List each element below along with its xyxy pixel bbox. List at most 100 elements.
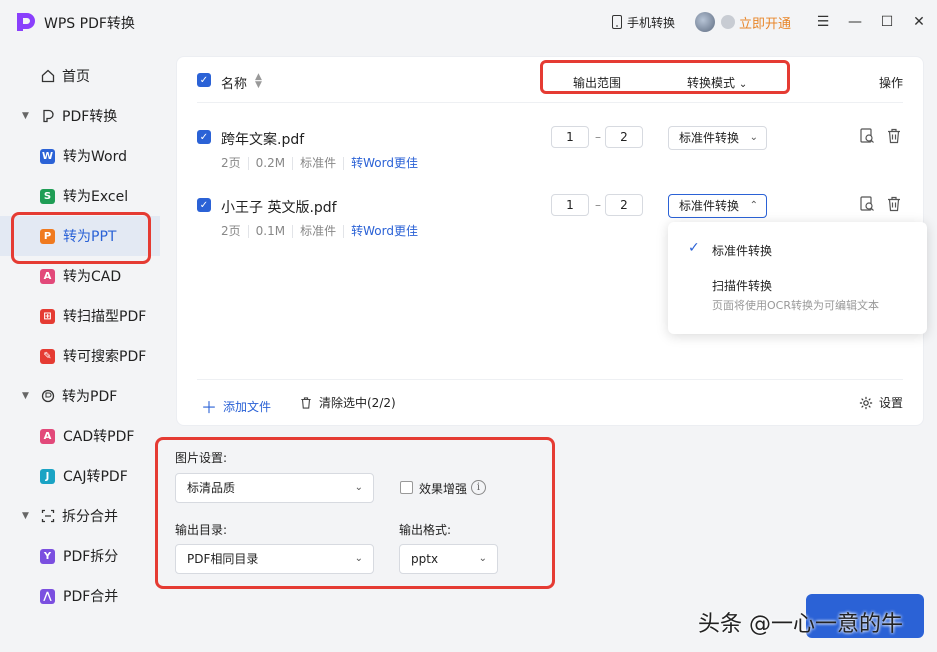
sidebar-item-label: 转可搜索PDF	[63, 349, 147, 365]
sidebar-item-label: 转为Excel	[63, 189, 129, 205]
sort-icon[interactable]: ▲ ▼	[255, 73, 262, 90]
sidebar-group-split-merge[interactable]: ▼ 拆分合并	[0, 496, 160, 536]
dropdown-option-scan[interactable]: 扫描件转换	[712, 277, 772, 294]
sidebar-item-caj-to-pdf[interactable]: J CAJ转PDF	[0, 456, 160, 496]
col-name-header: 名称	[221, 77, 248, 92]
file-pages: 2页	[221, 224, 241, 238]
app-title: WPS PDF转换	[44, 16, 135, 32]
add-file-label: 添加文件	[223, 399, 272, 414]
caret-down-icon: ▼	[22, 111, 29, 121]
sidebar-item-label: CAD转PDF	[63, 429, 135, 445]
highlight-box	[540, 60, 790, 94]
mode-select-value: 标准件转换	[679, 131, 740, 145]
clear-selected-label: 清除选中(2/2)	[319, 396, 396, 410]
range-dash: –	[595, 198, 601, 212]
file-size: 0.2M	[247, 157, 292, 170]
watermark: 头条 @一心一意的牛	[698, 612, 903, 637]
range-to-input[interactable]: 2	[605, 126, 643, 148]
pdf-merge-icon: ⋀	[40, 588, 55, 604]
chevron-down-icon: ⌄	[749, 132, 758, 143]
select-all-checkbox[interactable]: ✓	[197, 73, 211, 87]
pdf-convert-icon	[40, 108, 56, 124]
to-word-link[interactable]: 转Word更佳	[343, 157, 425, 170]
file-pages: 2页	[221, 156, 241, 170]
check-icon: ✓	[688, 240, 700, 256]
range-from-input[interactable]: 1	[551, 126, 589, 148]
sidebar-group-pdf-convert[interactable]: ▼ PDF转换	[0, 96, 160, 136]
settings-button[interactable]: 设置	[859, 394, 903, 411]
search-pdf-icon: ✎	[40, 348, 55, 364]
sidebar-group-to-pdf[interactable]: ▼ 转为PDF	[0, 376, 160, 416]
file-type: 标准件	[292, 225, 343, 238]
sidebar-item-label: 拆分合并	[62, 509, 118, 525]
caret-down-icon: ▼	[22, 511, 29, 521]
table-row: ✓ 跨年文案.pdf 2页 0.2M 标准件 转Word更佳 1 – 2 标准件…	[197, 126, 903, 185]
highlight-box	[11, 212, 151, 264]
sidebar-item-label: 转为Word	[63, 149, 127, 165]
home-icon	[40, 68, 56, 84]
range-dash: –	[595, 130, 601, 144]
file-size: 0.1M	[247, 225, 292, 238]
range-from-input[interactable]: 1	[551, 194, 589, 216]
row-checkbox[interactable]: ✓	[197, 130, 211, 144]
excel-icon: S	[40, 188, 55, 204]
title-bar: WPS PDF转换 手机转换 立即开通 ☰ — ☐ ✕	[0, 0, 937, 44]
sidebar-item-to-excel[interactable]: S 转为Excel	[0, 176, 160, 216]
caret-down-icon: ▼	[22, 391, 29, 401]
caj-icon: J	[40, 468, 55, 484]
sidebar-item-label: 转为CAD	[63, 269, 122, 285]
sidebar-item-label: 转扫描型PDF	[63, 309, 147, 325]
dropdown-option-desc: 页面将使用OCR转换为可编辑文本	[712, 299, 879, 312]
range-to-input[interactable]: 2	[605, 194, 643, 216]
file-type: 标准件	[292, 157, 343, 170]
chevron-up-icon: ⌃	[749, 200, 758, 211]
file-meta: 2页 0.1M 标准件 转Word更佳	[221, 225, 425, 238]
plus-icon: ＋	[201, 398, 218, 417]
to-word-link[interactable]: 转Word更佳	[343, 225, 425, 238]
sidebar-item-to-scan-pdf[interactable]: ⊞ 转扫描型PDF	[0, 296, 160, 336]
phone-convert-button[interactable]: 手机转换	[611, 14, 675, 31]
trash-icon	[301, 396, 311, 409]
vip-open-link[interactable]: 立即开通	[739, 13, 791, 32]
pdf-split-icon: Y	[40, 548, 55, 564]
menu-icon[interactable]: ☰	[809, 8, 837, 36]
close-button[interactable]: ✕	[905, 8, 933, 36]
sidebar-item-label: PDF拆分	[63, 549, 119, 565]
card-footer: ＋ 添加文件 清除选中(2/2) 设置	[197, 379, 903, 425]
file-name: 小王子 英文版.pdf	[221, 200, 337, 216]
col-op-header: 操作	[878, 76, 903, 90]
sidebar-item-to-search-pdf[interactable]: ✎ 转可搜索PDF	[0, 336, 160, 376]
minimize-button[interactable]: —	[841, 8, 869, 36]
scan-pdf-icon: ⊞	[40, 308, 55, 324]
sidebar-item-label: 转为PDF	[62, 389, 118, 405]
sidebar-item-pdf-merge[interactable]: ⋀ PDF合并	[0, 576, 160, 616]
add-file-button[interactable]: ＋ 添加文件	[201, 394, 271, 418]
row-checkbox[interactable]: ✓	[197, 198, 211, 212]
delete-icon[interactable]	[885, 127, 903, 145]
delete-icon[interactable]	[885, 195, 903, 213]
cad-icon: A	[40, 268, 55, 284]
preview-icon[interactable]	[858, 127, 876, 145]
sidebar-item-label: 首页	[62, 69, 90, 85]
sidebar-item-cad-to-pdf[interactable]: A CAD转PDF	[0, 416, 160, 456]
mode-select[interactable]: 标准件转换 ⌄	[668, 126, 767, 150]
highlight-box	[155, 437, 555, 589]
settings-label: 设置	[878, 396, 903, 410]
split-merge-icon	[40, 508, 56, 524]
maximize-button[interactable]: ☐	[873, 8, 901, 36]
phone-icon	[611, 15, 622, 29]
file-meta: 2页 0.2M 标准件 转Word更佳	[221, 157, 425, 170]
cad-icon: A	[40, 428, 55, 444]
sidebar-item-home[interactable]: 首页	[0, 56, 160, 96]
sidebar-item-pdf-split[interactable]: Y PDF拆分	[0, 536, 160, 576]
file-name: 跨年文案.pdf	[221, 132, 305, 148]
word-icon: W	[40, 148, 55, 164]
dropdown-option-standard[interactable]: 标准件转换	[712, 242, 772, 259]
preview-icon[interactable]	[858, 195, 876, 213]
sidebar: 首页 ▼ PDF转换 W 转为Word S 转为Excel P 转为PPT A …	[0, 56, 160, 616]
clear-selected-button[interactable]: 清除选中(2/2)	[299, 394, 396, 411]
avatar[interactable]	[694, 12, 715, 32]
phone-convert-label: 手机转换	[626, 15, 675, 30]
mode-select[interactable]: 标准件转换 ⌃	[668, 194, 767, 218]
sidebar-item-to-word[interactable]: W 转为Word	[0, 136, 160, 176]
